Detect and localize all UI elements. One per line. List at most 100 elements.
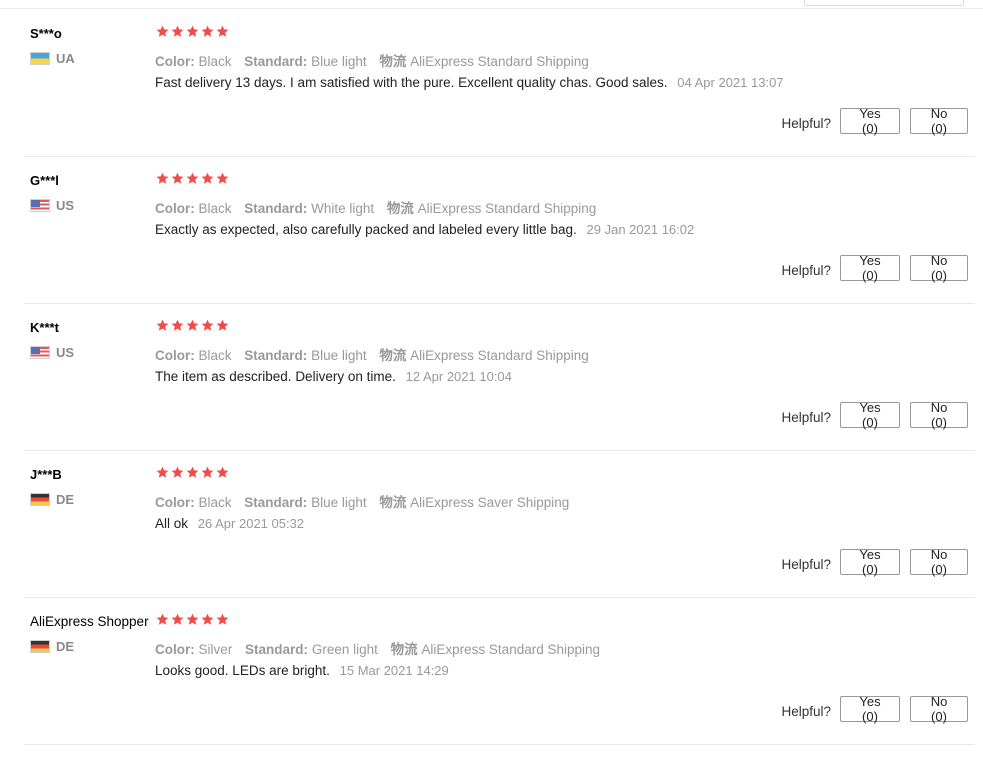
review-text: Fast delivery 13 days. I am satisfied wi… bbox=[155, 75, 668, 90]
review-item: G***l US Color: Black Standard: White li… bbox=[0, 157, 975, 304]
standard-label: Standard: bbox=[245, 642, 309, 657]
shipping-value: AliExpress Saver Shipping bbox=[410, 495, 570, 510]
reviewer-country: DE bbox=[30, 492, 74, 507]
reviewer-country: UA bbox=[30, 51, 75, 66]
star-icon bbox=[171, 172, 184, 185]
star-icon bbox=[201, 613, 214, 626]
de-flag-icon bbox=[30, 493, 50, 506]
helpful-no-button[interactable]: No (0) bbox=[910, 253, 968, 283]
reviewer-name: K***t bbox=[30, 320, 59, 335]
helpful-label: Helpful? bbox=[781, 115, 831, 131]
product-attributes: Color: Black Standard: White light 物流 Al… bbox=[155, 197, 605, 217]
helpful-label: Helpful? bbox=[781, 262, 831, 278]
star-icon bbox=[186, 613, 199, 626]
star-icon bbox=[156, 319, 169, 332]
star-icon bbox=[156, 172, 169, 185]
review-item: K***t US Color: Black Standard: Blue lig… bbox=[0, 304, 975, 451]
star-icon bbox=[156, 466, 169, 479]
shipping-label: 物流 bbox=[379, 495, 407, 510]
reviewer-name: S***o bbox=[30, 26, 62, 41]
standard-value: Blue light bbox=[311, 495, 367, 510]
country-code: US bbox=[56, 198, 75, 213]
star-icon bbox=[156, 25, 169, 38]
standard-value: Blue light bbox=[311, 54, 367, 69]
shipping-label: 物流 bbox=[390, 642, 418, 657]
star-rating bbox=[156, 172, 229, 185]
ua-flag-icon bbox=[30, 52, 50, 65]
review-date: 12 Apr 2021 10:04 bbox=[405, 369, 512, 384]
star-icon bbox=[171, 319, 184, 332]
star-icon bbox=[216, 319, 229, 332]
shipping-value: AliExpress Standard Shipping bbox=[410, 54, 589, 69]
helpful-label: Helpful? bbox=[781, 703, 831, 719]
country-code: US bbox=[56, 345, 75, 360]
helpful-no-button[interactable]: No (0) bbox=[910, 547, 968, 577]
star-icon bbox=[171, 25, 184, 38]
product-attributes: Color: Black Standard: Blue light 物流 Ali… bbox=[155, 491, 578, 511]
helpful-no-button[interactable]: No (0) bbox=[910, 694, 968, 724]
shipping-label: 物流 bbox=[386, 201, 414, 216]
review-text-row: Exactly as expected, also carefully pack… bbox=[155, 222, 694, 237]
color-value: Black bbox=[198, 348, 232, 363]
product-attributes: Color: Black Standard: Blue light 物流 Ali… bbox=[155, 50, 598, 70]
star-icon bbox=[201, 466, 214, 479]
reviews-page: S***o UA Color: Black Standard: Blue lig… bbox=[0, 0, 983, 758]
standard-label: Standard: bbox=[244, 201, 308, 216]
review-date: 15 Mar 2021 14:29 bbox=[339, 663, 449, 678]
helpful-votes: Helpful? Yes (0) No (0) bbox=[781, 547, 968, 577]
review-text-row: The item as described. Delivery on time.… bbox=[155, 369, 512, 384]
color-value: Black bbox=[198, 54, 232, 69]
star-rating bbox=[156, 466, 229, 479]
standard-label: Standard: bbox=[244, 348, 308, 363]
review-text: The item as described. Delivery on time. bbox=[155, 369, 396, 384]
star-icon bbox=[216, 172, 229, 185]
standard-value: Blue light bbox=[311, 348, 367, 363]
helpful-no-button[interactable]: No (0) bbox=[910, 400, 968, 430]
country-code: DE bbox=[56, 639, 75, 654]
helpful-votes: Helpful? Yes (0) No (0) bbox=[781, 106, 968, 136]
review-text-row: Looks good. LEDs are bright. 15 Mar 2021… bbox=[155, 663, 449, 678]
helpful-yes-button[interactable]: Yes (0) bbox=[840, 547, 900, 577]
star-icon bbox=[171, 613, 184, 626]
review-text-row: Fast delivery 13 days. I am satisfied wi… bbox=[155, 75, 784, 90]
shipping-label: 物流 bbox=[379, 54, 407, 69]
color-value: Silver bbox=[198, 642, 233, 657]
helpful-yes-button[interactable]: Yes (0) bbox=[840, 253, 900, 283]
review-item: S***o UA Color: Black Standard: Blue lig… bbox=[0, 10, 975, 157]
color-label: Color: bbox=[155, 201, 195, 216]
helpful-votes: Helpful? Yes (0) No (0) bbox=[781, 400, 968, 430]
color-label: Color: bbox=[155, 495, 195, 510]
star-icon bbox=[216, 613, 229, 626]
de-flag-icon bbox=[30, 640, 50, 653]
star-rating bbox=[156, 25, 229, 38]
helpful-yes-button[interactable]: Yes (0) bbox=[840, 106, 900, 136]
star-icon bbox=[186, 172, 199, 185]
review-text: Looks good. LEDs are bright. bbox=[155, 663, 330, 678]
star-rating bbox=[156, 319, 229, 332]
helpful-votes: Helpful? Yes (0) No (0) bbox=[781, 694, 968, 724]
review-date: 04 Apr 2021 13:07 bbox=[677, 75, 784, 90]
helpful-no-button[interactable]: No (0) bbox=[910, 106, 968, 136]
shipping-value: AliExpress Standard Shipping bbox=[410, 348, 589, 363]
star-rating bbox=[156, 613, 229, 626]
shipping-label: 物流 bbox=[379, 348, 407, 363]
star-icon bbox=[186, 25, 199, 38]
color-value: Black bbox=[198, 495, 232, 510]
review-text-row: All ok 26 Apr 2021 05:32 bbox=[155, 516, 304, 531]
star-icon bbox=[186, 319, 199, 332]
sort-dropdown[interactable] bbox=[804, 0, 964, 6]
standard-label: Standard: bbox=[244, 495, 308, 510]
star-icon bbox=[186, 466, 199, 479]
helpful-yes-button[interactable]: Yes (0) bbox=[840, 400, 900, 430]
star-icon bbox=[216, 25, 229, 38]
top-divider bbox=[0, 8, 983, 9]
review-date: 29 Jan 2021 16:02 bbox=[586, 222, 695, 237]
color-label: Color: bbox=[155, 54, 195, 69]
star-icon bbox=[216, 466, 229, 479]
reviewer-name: AliExpress Shopper bbox=[30, 614, 149, 629]
review-divider bbox=[24, 744, 975, 745]
helpful-label: Helpful? bbox=[781, 556, 831, 572]
helpful-yes-button[interactable]: Yes (0) bbox=[840, 694, 900, 724]
star-icon bbox=[171, 466, 184, 479]
reviewer-name: J***B bbox=[30, 467, 62, 482]
